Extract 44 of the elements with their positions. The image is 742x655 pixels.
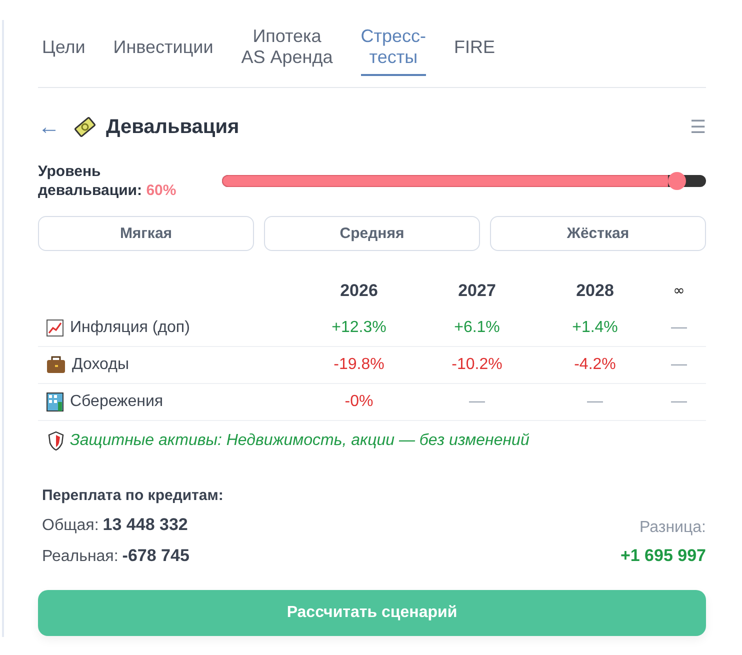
row-label: Инфляция (доп) [70, 319, 190, 337]
tab[interactable]: Цели [42, 24, 86, 76]
column-header: 2027 [458, 281, 496, 301]
building-icon [46, 392, 64, 412]
briefcase-icon [46, 356, 66, 374]
tab[interactable]: Стресс- тесты [360, 24, 426, 76]
preset-button[interactable]: Жёсткая [490, 216, 706, 251]
overpayment-title: Переплата по кредитам: [42, 487, 224, 504]
row-label: Доходы [72, 356, 129, 374]
real-label: Реальная: [42, 548, 118, 566]
shield-icon [48, 431, 64, 451]
column-header: 2026 [340, 281, 378, 301]
table-cell: +12.3% [332, 319, 386, 337]
preset-button[interactable]: Средняя [264, 216, 480, 251]
preset-button[interactable]: Мягкая [38, 216, 254, 251]
table-cell: — [469, 393, 485, 411]
table-cell: -0% [344, 393, 374, 411]
menu-button[interactable]: ☰ [690, 116, 706, 138]
real-value: -678 745 [122, 546, 190, 566]
total-value: 13 448 332 [102, 515, 188, 535]
section-title: Девальвация [106, 116, 240, 138]
table-cell: -10.2% [452, 356, 502, 374]
table-cell: — [671, 356, 687, 374]
difference-label: Разница: [640, 519, 706, 537]
tab[interactable]: FIRE [454, 24, 496, 76]
column-header: 2028 [576, 281, 614, 301]
table-cell: +1.4% [572, 319, 618, 337]
tab[interactable]: Ипотека AS Аренда [241, 24, 333, 76]
table-cell: -19.8% [334, 356, 384, 374]
table-cell: +6.1% [454, 319, 500, 337]
difference-value: +1 695 997 [620, 546, 706, 566]
table-cell: -4.2% [574, 356, 616, 374]
back-button[interactable]: ← [38, 114, 60, 140]
total-label: Общая: [42, 517, 99, 535]
table-cell: — [671, 393, 687, 411]
table-cell: — [671, 319, 687, 337]
chart-icon [46, 319, 64, 337]
row-label: Сбережения [70, 393, 164, 411]
column-header: ∞ [673, 283, 685, 299]
tab[interactable]: Инвестиции [113, 24, 214, 76]
table-cell: — [587, 393, 603, 411]
slider-thumb[interactable] [668, 172, 686, 190]
slider-label: Уровень девальвации: 60% [38, 162, 178, 200]
note-text: Защитные активы: Недвижимость, акции — без изменений [70, 432, 530, 450]
